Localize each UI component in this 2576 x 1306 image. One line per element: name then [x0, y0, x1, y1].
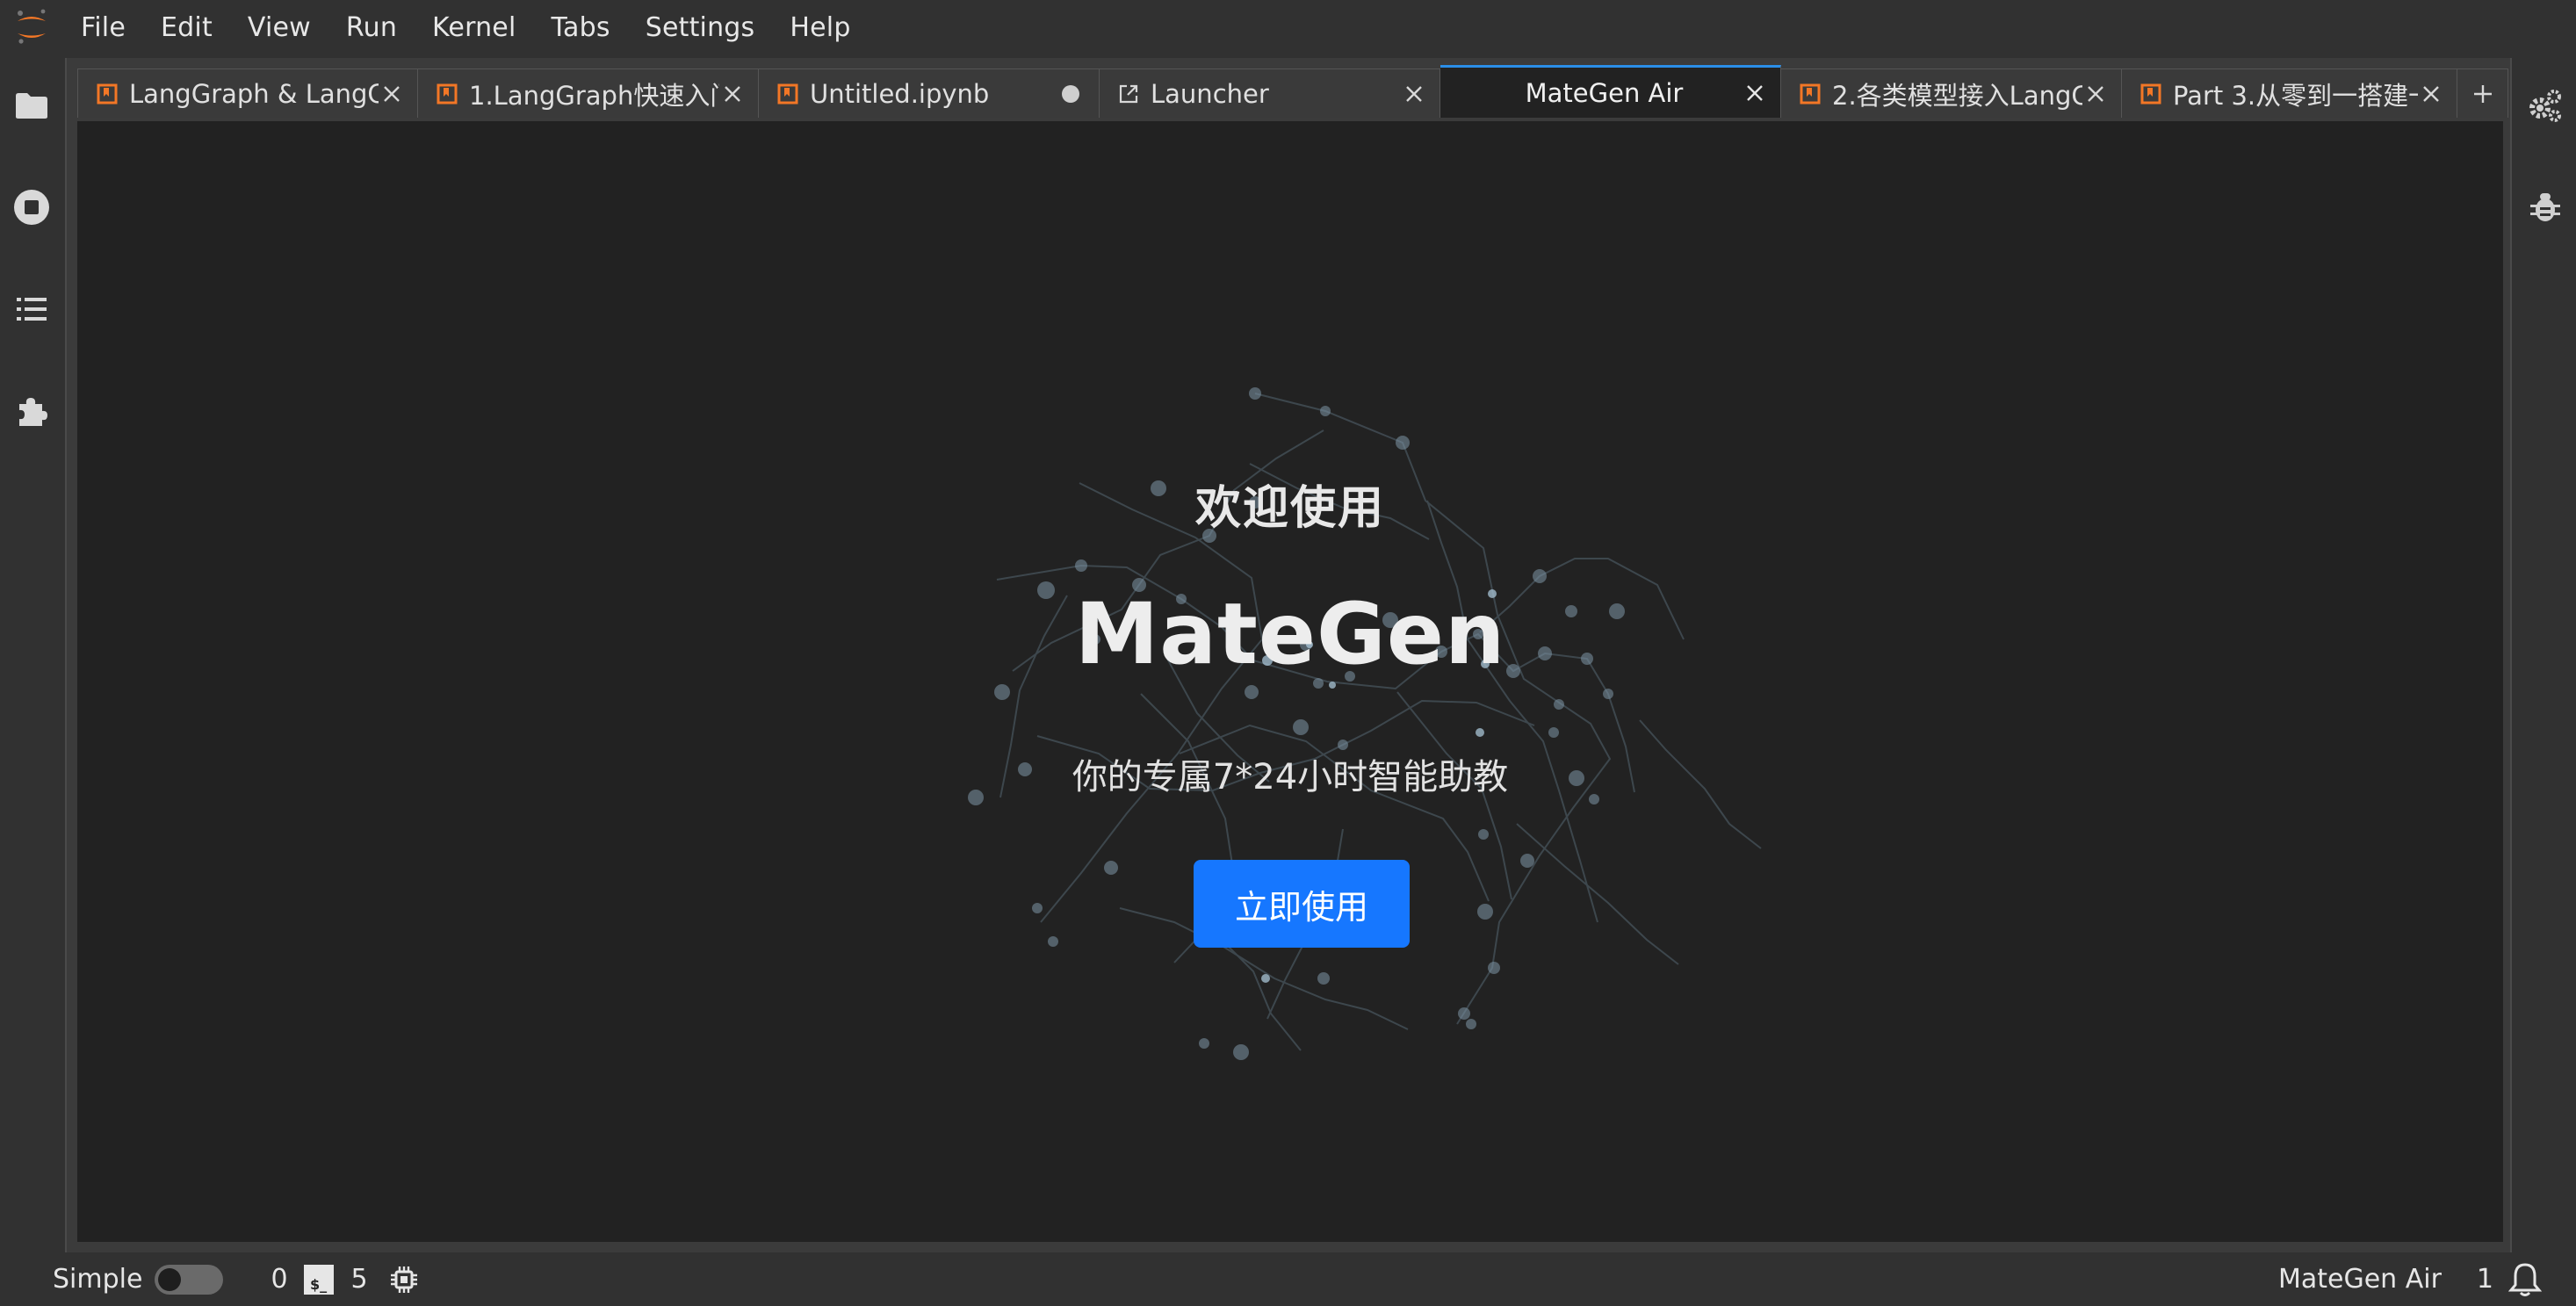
menu-help[interactable]: Help: [772, 0, 868, 54]
close-icon[interactable]: [2082, 81, 2109, 107]
close-icon[interactable]: [719, 81, 746, 107]
menu-run[interactable]: Run: [328, 0, 415, 54]
bell-icon[interactable]: [2507, 1262, 2543, 1297]
simple-mode-toggle[interactable]: [155, 1264, 224, 1295]
menu-tabs[interactable]: Tabs: [534, 0, 628, 54]
close-icon[interactable]: [1401, 81, 1427, 107]
tab-langgraph-quickstart[interactable]: 1.LangGraph快速入门: [418, 69, 759, 118]
tab-label: Part 3.从零到一搭建一: [2173, 80, 2418, 111]
simple-mode-label: Simple: [53, 1264, 143, 1295]
tab-label: LangGraph & LangC: [129, 78, 379, 109]
puzzle-icon[interactable]: [11, 390, 53, 432]
jupyterlab-app: File Edit View Run Kernel Tabs Settings …: [0, 0, 2576, 1306]
notebook-icon: [776, 83, 799, 105]
menu-edit[interactable]: Edit: [143, 0, 230, 54]
kernels-count[interactable]: 0: [271, 1264, 287, 1295]
tab-langgraph-langc[interactable]: LangGraph & LangC: [77, 69, 418, 118]
close-icon[interactable]: [2418, 81, 2444, 107]
menu-settings[interactable]: Settings: [628, 0, 773, 54]
plus-icon: [2473, 84, 2492, 103]
close-icon[interactable]: [379, 81, 405, 107]
tab-label: Launcher: [1151, 78, 1269, 109]
close-icon[interactable]: [1742, 80, 1768, 106]
toggle-knob: [158, 1267, 182, 1291]
tagline: 你的专属7*24小时智能助教: [1072, 757, 1509, 797]
status-bar: Simple 0 $_ 5 MateGen Air 1: [0, 1252, 2576, 1306]
debugger-bug-icon[interactable]: [2524, 186, 2566, 228]
list-icon[interactable]: [11, 288, 53, 330]
launcher-icon: [1117, 83, 1140, 105]
terminal-icon[interactable]: $_: [303, 1264, 334, 1295]
active-panel-name: MateGen Air: [2277, 1264, 2442, 1295]
unsaved-dot-icon[interactable]: [1062, 84, 1079, 103]
stop-circle-icon[interactable]: [11, 186, 53, 228]
notebook-icon: [1799, 83, 1822, 105]
tab-label: Untitled.ipynb: [810, 78, 990, 109]
menu-file[interactable]: File: [63, 0, 143, 54]
tab-untitled-ipynb[interactable]: Untitled.ipynb: [759, 69, 1100, 118]
jupyter-logo-icon[interactable]: [0, 0, 63, 54]
left-sidebar: [0, 54, 63, 1252]
notebook-icon: [2139, 83, 2162, 105]
tab-part3-build[interactable]: Part 3.从零到一搭建一: [2122, 69, 2457, 118]
tab-bar: LangGraph & LangC 1.LangGraph快速入门 Untitl…: [77, 65, 2572, 121]
notifications-count[interactable]: 1: [2477, 1264, 2493, 1295]
notebook-icon: [96, 83, 119, 105]
menu-kernel[interactable]: Kernel: [415, 0, 533, 54]
right-sidebar: [2514, 54, 2576, 1252]
terminals-count[interactable]: 5: [351, 1264, 368, 1295]
notebook-icon: [436, 83, 458, 105]
welcome-hero: 欢迎使用 MateGen 你的专属7*24小时智能助教 立即使用: [77, 121, 2503, 1242]
start-now-button[interactable]: 立即使用: [1194, 860, 1410, 948]
tab-label: 1.LangGraph快速入门: [469, 80, 719, 111]
tab-label: 2.各类模型接入LangC: [1832, 80, 2082, 111]
tab-launcher[interactable]: Launcher: [1100, 69, 1440, 118]
mategen-panel: 欢迎使用 MateGen 你的专属7*24小时智能助教 立即使用: [77, 121, 2503, 1242]
main-dock-panel: LangGraph & LangC 1.LangGraph快速入门 Untitl…: [65, 58, 2512, 1252]
welcome-heading: 欢迎使用: [1194, 482, 1385, 535]
menu-bar: File Edit View Run Kernel Tabs Settings …: [0, 0, 2576, 54]
tab-label: MateGen Air: [1525, 77, 1684, 108]
cpu-chip-icon[interactable]: [389, 1265, 419, 1295]
folder-icon[interactable]: [11, 84, 53, 126]
tab-model-integration[interactable]: 2.各类模型接入LangC: [1781, 69, 2122, 118]
menu-view[interactable]: View: [230, 0, 328, 54]
tab-mategen-air[interactable]: MateGen Air: [1440, 65, 1781, 118]
add-tab-button[interactable]: [2457, 69, 2508, 118]
brand-title: MateGen: [1074, 585, 1506, 683]
